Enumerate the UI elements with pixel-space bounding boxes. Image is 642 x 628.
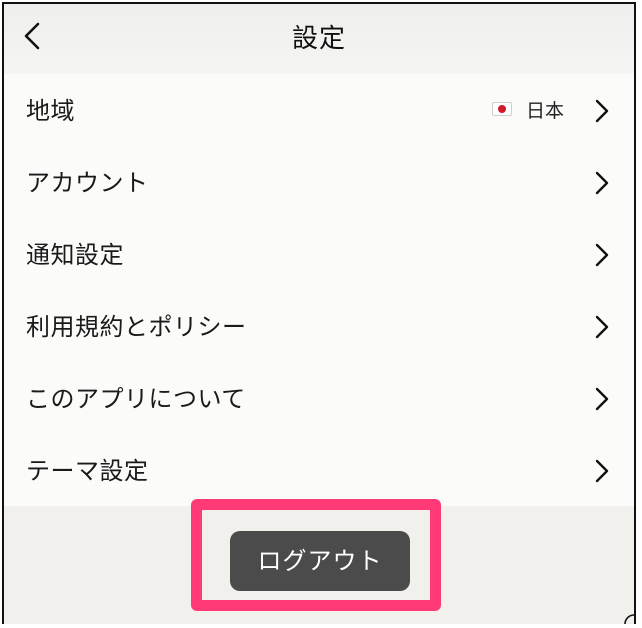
japan-flag-icon: [492, 102, 512, 116]
settings-item-label: このアプリについて: [26, 385, 246, 413]
settings-item-about[interactable]: このアプリについて: [4, 362, 634, 434]
header-bar: 設定: [4, 4, 634, 74]
logout-button[interactable]: ログアウト: [230, 531, 410, 591]
settings-item-notifications[interactable]: 通知設定: [4, 218, 634, 290]
region-value: 日本: [525, 100, 564, 122]
settings-item-label: アカウント: [26, 169, 149, 197]
chevron-right-icon: [595, 459, 609, 483]
settings-item-terms[interactable]: 利用規約とポリシー: [4, 290, 634, 362]
settings-item-label: テーマ設定: [26, 457, 149, 485]
settings-list: 地域 日本 アカウント 通知設定 利用規約とポリシー このアプリについて テーマ…: [4, 74, 634, 506]
corner-circle-icon: [624, 614, 634, 624]
chevron-right-icon: [595, 243, 609, 267]
chevron-right-icon: [595, 315, 609, 339]
chevron-right-icon: [595, 171, 609, 195]
settings-item-label: 利用規約とポリシー: [26, 313, 247, 341]
settings-item-label: 通知設定: [26, 241, 124, 269]
settings-item-label: 地域: [26, 97, 75, 125]
chevron-right-icon: [595, 99, 609, 123]
settings-item-region[interactable]: 地域 日本: [4, 74, 634, 146]
page-title: 設定: [291, 24, 346, 54]
settings-item-theme[interactable]: テーマ設定: [4, 434, 634, 506]
settings-item-account[interactable]: アカウント: [4, 146, 634, 218]
chevron-right-icon: [595, 387, 609, 411]
